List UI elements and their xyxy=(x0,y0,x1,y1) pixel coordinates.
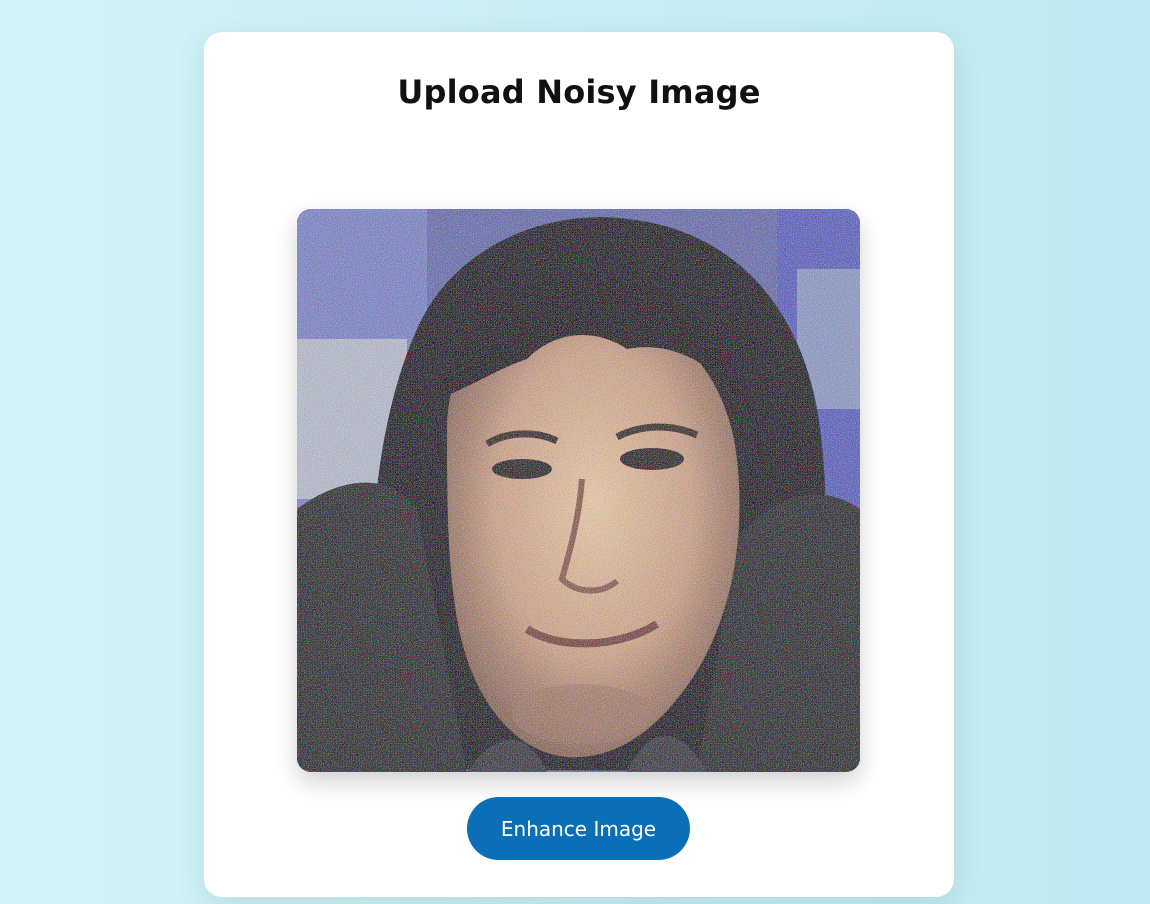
upload-card: Upload Noisy Image Enhance Image xyxy=(204,32,954,897)
noisy-photo xyxy=(297,209,860,772)
page-title: Upload Noisy Image xyxy=(397,73,761,111)
image-preview xyxy=(297,209,860,772)
enhance-image-button[interactable]: Enhance Image xyxy=(467,797,690,860)
